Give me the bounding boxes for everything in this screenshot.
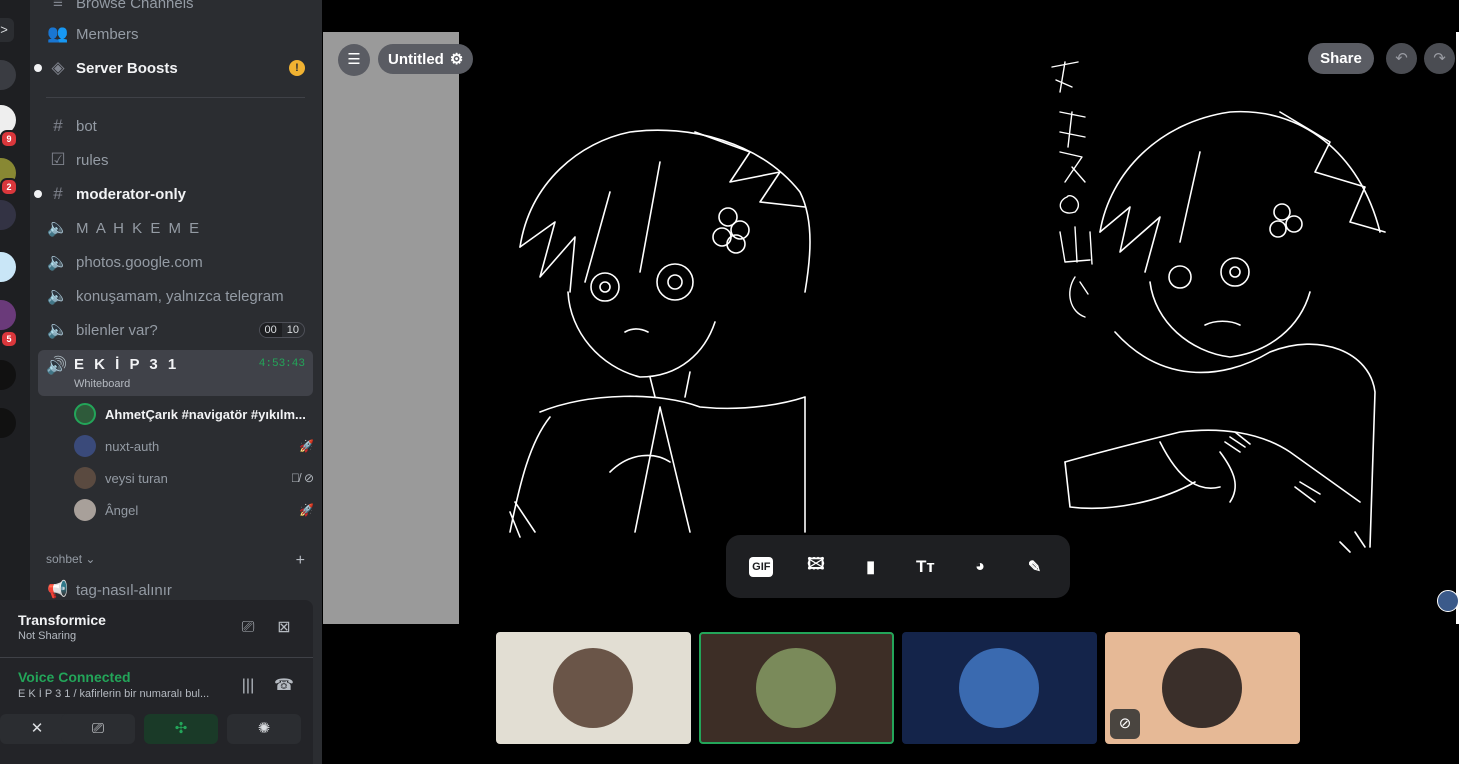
boost-icon: ◈ [51,58,65,77]
server-icon[interactable] [0,408,16,438]
canvas-margin [323,32,459,624]
drawing-left-character [509,129,811,538]
voice-user[interactable]: AhmetÇarık #navigatör #yıkılm... [74,400,314,428]
hash-icon: # [53,116,63,135]
soundboard-button[interactable]: ✺ [227,714,301,744]
rocket-icon: 🚀 [299,503,314,517]
speaker-lock-icon: 🔈 [47,320,69,339]
screen-share-button[interactable]: ⎚ [61,714,135,744]
participant-tile[interactable] [699,632,894,744]
participant-tile[interactable]: ⊘ [1105,632,1300,744]
speaker-icon: 🔈 [47,218,69,237]
disconnect-icon[interactable]: ☎ [272,674,296,698]
channel-bot[interactable]: # bot [38,111,313,141]
members-icon: 👥 [47,24,69,43]
voice-user[interactable]: Ângel 🚀 [74,496,314,524]
divider [46,97,305,98]
sticky-note-icon[interactable]: ▮ [852,548,890,586]
voice-user[interactable]: veysi turan 🎙̸ ⊘ [74,464,314,492]
browse-icon: ≡ [53,0,63,12]
category-sohbet[interactable]: sohbet ⌄ + [46,552,305,570]
server-icon[interactable] [0,252,16,282]
avatar[interactable] [1437,590,1459,612]
whiteboard-title-button[interactable]: Untitled ⚙ [378,44,474,74]
rocket-icon: 🚀 [299,439,314,453]
active-voice-channel[interactable]: 🔊 E K İ P 3 1 Whiteboard 4:53:43 [38,350,313,396]
share-button[interactable]: Share [1308,43,1374,74]
add-image-icon[interactable]: 🖾 [797,548,835,586]
hash-icon: # [53,184,63,203]
participant-tile[interactable] [496,632,691,744]
speaker-lock-icon: 🔈 [47,286,69,305]
mention-badge: 2 [0,178,18,196]
activity-status: Transformice Not Sharing ⎚ ⊠ [0,600,313,658]
gif-tool[interactable]: GIF [742,548,780,586]
camera-off-icon: ⊘ [1110,709,1140,739]
browse-channels-item[interactable]: ≡ Browse Channels [38,0,313,18]
voice-channel-bilenler[interactable]: 🔈 bilenler var? 00 10 [38,315,313,345]
server-boosts-item[interactable]: ◈ Server Boosts ! [34,53,313,83]
mention-badge: 9 [0,130,18,148]
noise-suppression-icon[interactable]: ||| [236,674,260,698]
server-icon[interactable] [0,360,16,390]
speaker-icon: 🔊 [46,356,68,375]
server-icon[interactable] [0,300,16,330]
text-tool[interactable]: Tт [906,548,944,586]
voice-channel-mahkeme[interactable]: 🔈 M A H K E M E [38,213,313,243]
channel-moderator-only[interactable]: # moderator-only [34,179,313,209]
redo-button[interactable]: ↷ [1424,43,1455,74]
participant-tile[interactable] [902,632,1097,744]
avatar [74,499,96,521]
add-channel-icon[interactable]: + [296,552,305,570]
whiteboard-menu-button[interactable]: ☰ [338,44,370,76]
user-limit-counter: 00 10 [258,322,305,338]
shapes-icon[interactable]: ◕ [961,548,999,586]
server-icon[interactable] [0,60,16,90]
alert-icon: ! [289,60,305,76]
avatar [1162,648,1242,728]
speaker-lock-icon: 🔈 [47,252,69,271]
mention-badge: 5 [0,330,18,348]
stream-icon[interactable]: ⎚ [236,616,260,640]
gear-icon: ⚙ [449,51,464,68]
avatar [74,403,96,425]
avatar [553,648,633,728]
members-item[interactable]: 👥 Members [38,19,313,49]
voice-channel-photos[interactable]: 🔈 photos.google.com [38,247,313,277]
camera-off-icon: ⊘ [303,471,314,485]
avatar [74,467,96,489]
voice-channel-telegram[interactable]: 🔈 konuşamam, yalnızca telegram [38,281,313,311]
pencil-icon[interactable]: ✎ [1016,548,1054,586]
unread-indicator [34,64,42,72]
voice-user[interactable]: nuxt-auth 🚀 [74,432,314,460]
rules-icon: ☑ [50,150,66,169]
chevron-down-icon: ⌄ [85,552,96,566]
muted-icon: 🎙̸ [290,471,300,485]
drawing-handwriting [1051,61,1093,318]
stop-activity-icon[interactable]: ⊠ [272,616,296,640]
channel-rules[interactable]: ☑ rules [38,145,313,175]
expand-rail-button[interactable]: > [0,18,14,42]
avatar [74,435,96,457]
drawing-right-character [1064,110,1386,553]
user-panel: Transformice Not Sharing ⎚ ⊠ Voice Conne… [0,600,313,764]
announcement-icon: 📢 [47,580,69,599]
server-icon[interactable] [0,200,16,230]
avatar [756,648,836,728]
activities-button[interactable]: ✣ [144,714,218,744]
call-timer: 4:53:43 [258,358,305,370]
whiteboard-toolbar: GIF 🖾 ▮ Tт ◕ ✎ [726,535,1070,598]
avatar [959,648,1039,728]
undo-button[interactable]: ↶ [1386,43,1417,74]
unread-indicator [34,190,42,198]
